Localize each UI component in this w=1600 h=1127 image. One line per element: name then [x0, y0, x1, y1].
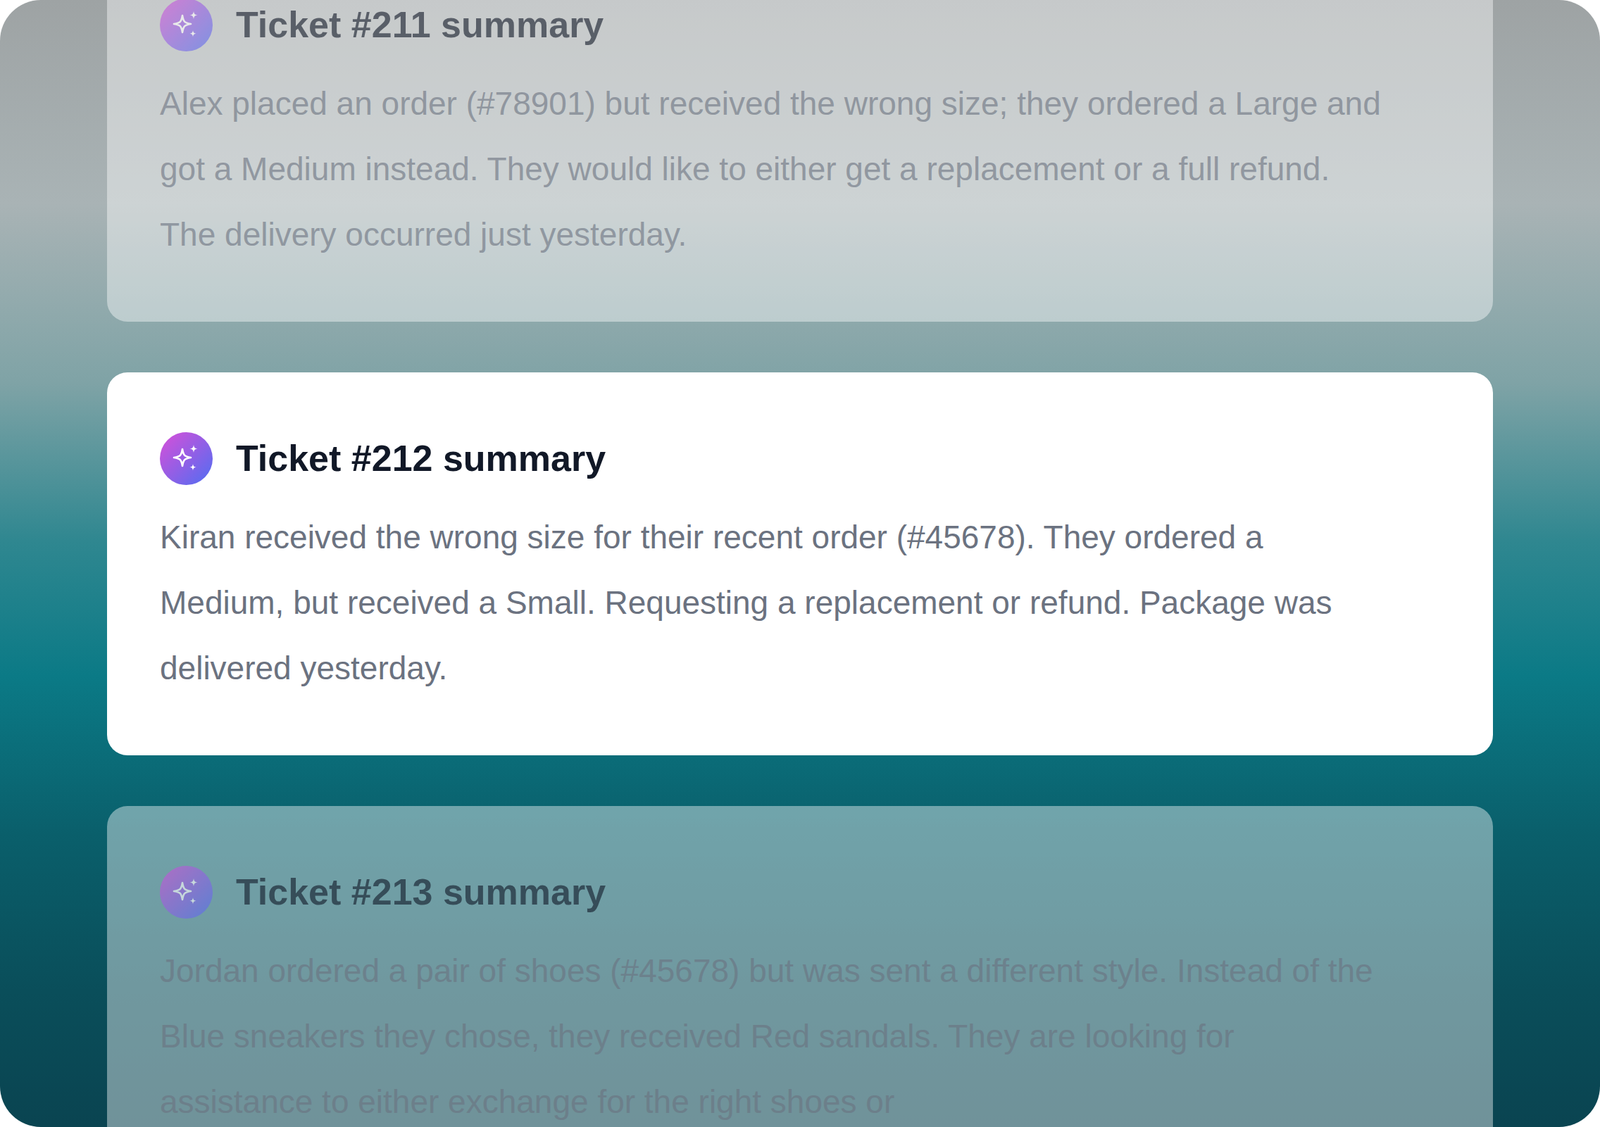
- ticket-content: Ticket #212 summary Kiran received the wr…: [159, 432, 1441, 702]
- ticket-header: Ticket #211 summary: [159, 0, 1441, 52]
- ticket-summary: Jordan ordered a pair of shoes (#45678) …: [159, 938, 1386, 1127]
- ticket-content: Ticket #211 summary Alex placed an order …: [159, 0, 1441, 268]
- ticket-list: Ticket #211 summary Alex placed an order …: [0, 0, 1600, 1127]
- sparkle-icon: [159, 0, 213, 52]
- ticket-screen: Ticket #211 summary Alex placed an order …: [0, 0, 1600, 1127]
- ticket-header: Ticket #212 summary: [159, 432, 1441, 486]
- ticket-header: Ticket #213 summary: [159, 866, 1441, 920]
- sparkle-icon: [159, 432, 213, 486]
- ticket-summary: Alex placed an order (#78901) but receiv…: [159, 71, 1386, 268]
- ticket-summary: Kiran received the wrong size for their …: [159, 504, 1386, 702]
- ticket-content: Ticket #213 summary Jordan ordered a pair…: [159, 866, 1441, 1127]
- ticket-title: Ticket #211 summary: [235, 2, 604, 47]
- sparkle-icon: [159, 866, 213, 920]
- ticket-title: Ticket #212 summary: [235, 436, 606, 481]
- ticket-title: Ticket #213 summary: [235, 870, 606, 915]
- ticket-card[interactable]: Ticket #212 summary Kiran received the wr…: [107, 372, 1493, 756]
- ticket-card[interactable]: Ticket #213 summary Jordan ordered a pair…: [107, 806, 1493, 1127]
- ticket-card[interactable]: Ticket #211 summary Alex placed an order …: [107, 0, 1493, 322]
